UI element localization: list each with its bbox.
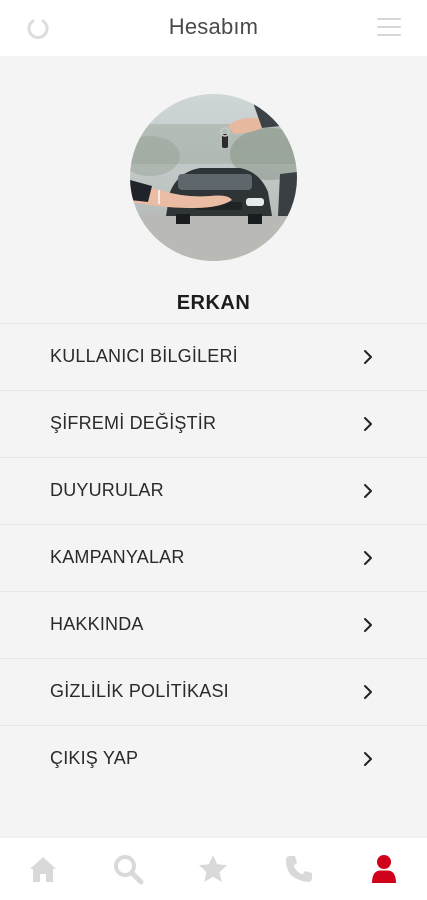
chevron-right-icon xyxy=(364,685,372,699)
page-title: Hesabım xyxy=(168,14,259,39)
avatar xyxy=(130,94,297,261)
menu-item-campaigns[interactable]: KAMPANYALAR xyxy=(0,525,427,592)
star-icon xyxy=(199,855,227,882)
menu-item-label: ŞİFREMİ DEĞİŞTİR xyxy=(50,413,217,433)
phone-icon xyxy=(286,856,312,882)
menu-item-change-password[interactable]: ŞİFREMİ DEĞİŞTİR xyxy=(0,391,427,458)
bottom-navigation xyxy=(0,837,427,900)
search-icon xyxy=(114,855,144,885)
chevron-right-icon xyxy=(364,350,372,364)
nav-favorites[interactable] xyxy=(196,852,230,886)
home-icon xyxy=(30,857,56,882)
user-name: ERKAN xyxy=(176,292,251,314)
chevron-right-icon xyxy=(364,618,372,632)
menu-item-label: ÇIKIŞ YAP xyxy=(50,748,139,768)
menu-item-about[interactable]: HAKKINDA xyxy=(0,592,427,659)
account-screen: Hesabım ERKAN KULLANICI BİLGİLERİ ŞİFREM… xyxy=(0,0,427,900)
menu-item-label: GİZLİLİK POLİTİKASI xyxy=(50,681,229,701)
hamburger-menu-icon[interactable] xyxy=(377,18,401,38)
account-menu-list: KULLANICI BİLGİLERİ ŞİFREMİ DEĞİŞTİR DUY… xyxy=(0,323,427,792)
menu-item-announcements[interactable]: DUYURULAR xyxy=(0,458,427,525)
car-key-handover-photo xyxy=(130,94,297,261)
menu-item-privacy-policy[interactable]: GİZLİLİK POLİTİKASI xyxy=(0,659,427,726)
menu-item-logout[interactable]: ÇIKIŞ YAP xyxy=(0,726,427,792)
user-icon xyxy=(372,855,396,883)
nav-call[interactable] xyxy=(282,852,316,886)
nav-search[interactable] xyxy=(111,852,145,886)
menu-item-user-info[interactable]: KULLANICI BİLGİLERİ xyxy=(0,324,427,391)
menu-item-label: KULLANICI BİLGİLERİ xyxy=(50,346,238,366)
menu-item-label: KAMPANYALAR xyxy=(50,547,185,567)
chevron-right-icon xyxy=(364,551,372,565)
chevron-right-icon xyxy=(364,752,372,766)
app-header: Hesabım xyxy=(0,0,427,56)
menu-item-label: HAKKINDA xyxy=(50,614,144,634)
nav-account[interactable] xyxy=(367,852,401,886)
menu-item-label: DUYURULAR xyxy=(50,480,164,500)
chevron-right-icon xyxy=(364,417,372,431)
chevron-right-icon xyxy=(364,484,372,498)
nav-home[interactable] xyxy=(26,852,60,886)
